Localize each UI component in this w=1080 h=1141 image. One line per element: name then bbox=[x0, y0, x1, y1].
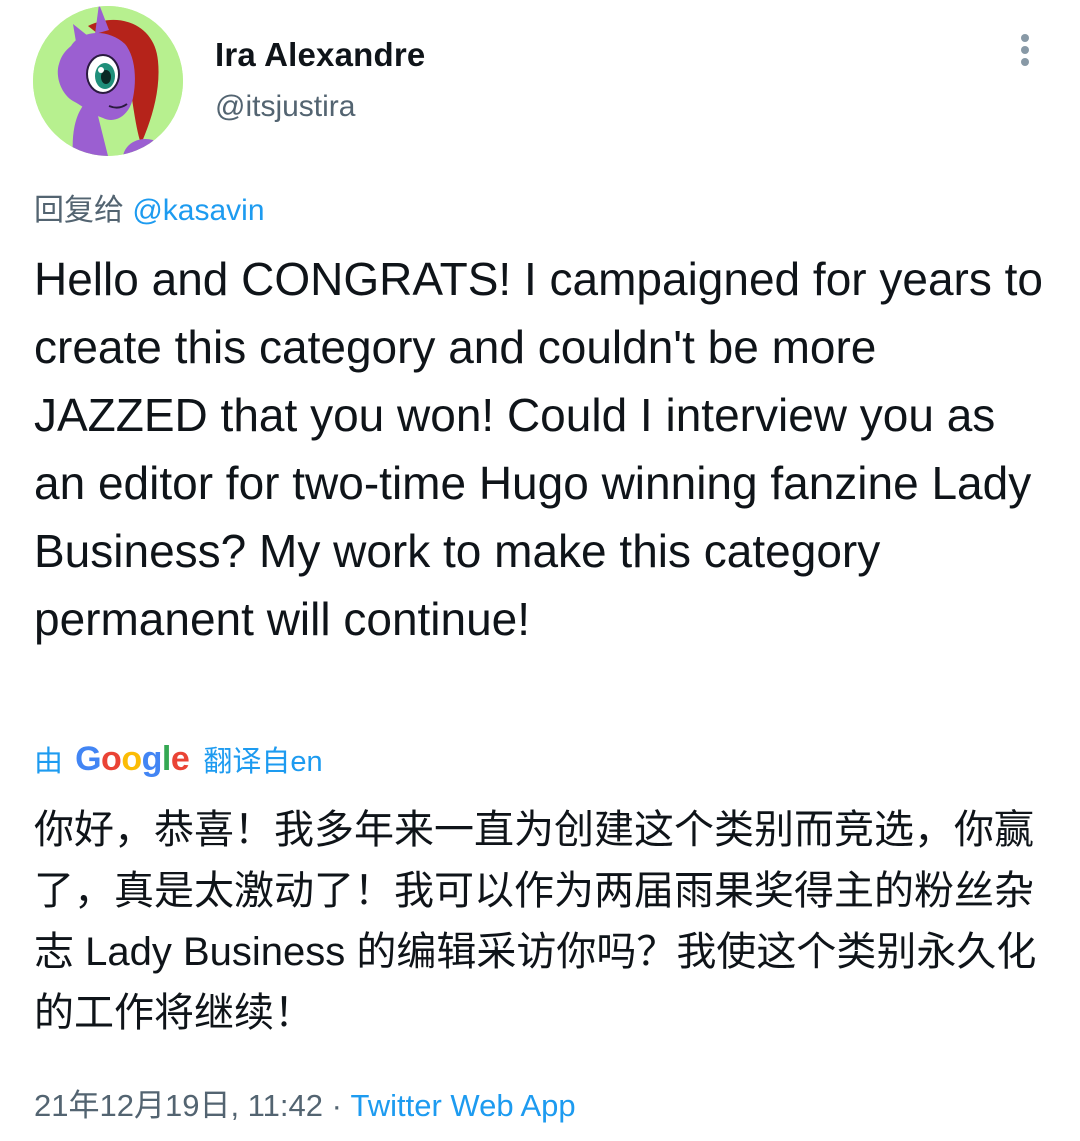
author-handle[interactable]: @itsjustira bbox=[215, 90, 355, 124]
author-avatar[interactable] bbox=[33, 6, 183, 156]
more-vertical-icon bbox=[1021, 34, 1029, 42]
translated-text: 你好，恭喜！我多年来一直为创建这个类别而竞选，你赢了，真是太激动了！我可以作为两… bbox=[34, 808, 1037, 1035]
more-vertical-icon-dot bbox=[1021, 58, 1029, 66]
more-options-button[interactable] bbox=[1008, 30, 1042, 70]
google-logo: Google bbox=[75, 739, 190, 778]
tweet-text: Hello and CONGRATS! I campaigned for yea… bbox=[34, 253, 1044, 645]
translation-by-label: 由 bbox=[34, 746, 64, 778]
reply-context: 回复给 @kasavin bbox=[34, 185, 265, 229]
pony-avatar-icon bbox=[33, 6, 183, 156]
author-display-name[interactable]: Ira Alexandre bbox=[215, 36, 425, 74]
tweet-source-link[interactable]: Twitter Web App bbox=[351, 1088, 576, 1123]
translation-from-label: 翻译自en bbox=[203, 746, 323, 778]
translation-attribution[interactable]: 由 Google 翻译自en bbox=[34, 738, 323, 784]
reply-mention-link[interactable]: @kasavin bbox=[132, 194, 264, 227]
tweet-timestamp[interactable]: 21年12月19日, 11:42 bbox=[34, 1088, 323, 1123]
reply-prefix: 回复给 bbox=[34, 194, 124, 227]
tweet-meta: 21年12月19日, 11:42 · Twitter Web App bbox=[34, 1080, 576, 1125]
meta-separator: · bbox=[322, 1088, 351, 1123]
more-vertical-icon-dot bbox=[1021, 46, 1029, 54]
